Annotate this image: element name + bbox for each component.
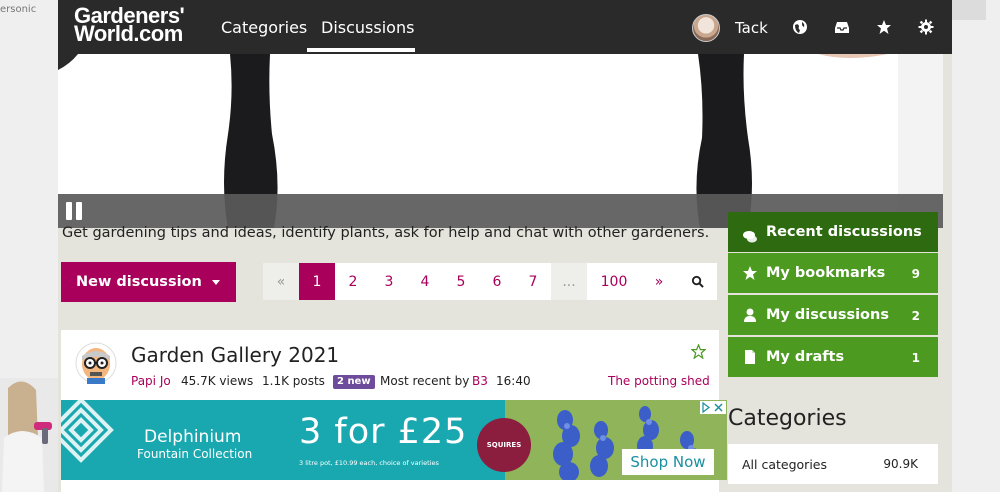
username[interactable]: Tack	[735, 19, 768, 37]
ad-decorative-pattern	[61, 400, 114, 463]
left-side-ad[interactable]	[0, 378, 58, 492]
sidebar-item-my-drafts[interactable]: My drafts 1	[728, 337, 938, 377]
sidebar-item-my-discussions[interactable]: My discussions 2	[728, 295, 938, 335]
sidebar-label: Recent discussions	[766, 224, 922, 240]
sidebar-item-recent-discussions[interactable]: Recent discussions	[728, 212, 938, 252]
pagination-search[interactable]	[677, 263, 717, 300]
gear-icon[interactable]	[918, 19, 934, 35]
author-avatar[interactable]	[75, 342, 117, 384]
bookmark-star-icon[interactable]	[691, 344, 706, 359]
categories-heading: Categories	[728, 406, 847, 431]
search-icon	[691, 275, 704, 288]
star-icon[interactable]	[876, 19, 892, 35]
sidebar-count: 2	[911, 309, 920, 323]
pagination-ellipsis: ...	[551, 263, 587, 300]
globe-icon[interactable]	[792, 19, 808, 35]
site-logo[interactable]: Gardeners' World.com	[74, 5, 185, 46]
sidebar-label: My bookmarks	[766, 265, 886, 281]
pause-icon[interactable]	[66, 202, 84, 220]
page-tagline: Get gardening tips and ideas, identify p…	[62, 225, 710, 241]
user-icon	[744, 308, 756, 322]
category-row-all[interactable]: All categories 90.9K	[728, 444, 938, 484]
star-icon	[743, 266, 757, 280]
squires-ad-banner[interactable]: Delphinium Fountain Collection 3 for £25…	[61, 400, 727, 480]
category-count: 90.9K	[883, 457, 918, 471]
sidebar-item-my-bookmarks[interactable]: My bookmarks 9	[728, 253, 938, 293]
discussion-views: 45.7K views	[181, 374, 254, 388]
chevron-down-icon[interactable]	[212, 280, 220, 285]
ad-small-print: 3 litre pot, £10.99 each, choice of vari…	[299, 459, 439, 467]
new-discussion-label: New discussion	[76, 274, 202, 290]
most-recent-label: Most recent by	[380, 374, 470, 388]
pagination-page-7[interactable]: 7	[515, 263, 551, 300]
sidebar-count: 9	[911, 267, 920, 281]
ad-collection: Fountain Collection	[137, 447, 253, 461]
left-gutter-text: ersonic	[0, 4, 37, 15]
pagination-page-3[interactable]: 3	[371, 263, 407, 300]
document-icon	[745, 350, 755, 364]
ad-shop-now-button[interactable]: Shop Now	[622, 449, 714, 475]
discussion-row[interactable]: Garden Gallery 2021 Papi Jo 45.7K views …	[61, 330, 719, 400]
next-discussion-row[interactable]	[61, 480, 719, 492]
pagination-page-6[interactable]: 6	[479, 263, 515, 300]
right-gutter	[952, 0, 1000, 492]
adchoices-icon[interactable]	[700, 401, 726, 414]
site-header: Gardeners' World.com Categories Discussi…	[58, 0, 952, 54]
pagination-last-page[interactable]: 100	[587, 263, 641, 300]
ad-plant-name: Delphinium	[144, 427, 242, 447]
pagination-next[interactable]: »	[641, 263, 677, 300]
most-recent-time: 16:40	[496, 374, 531, 388]
sidebar-count: 1	[911, 351, 920, 365]
pagination-page-5[interactable]: 5	[443, 263, 479, 300]
discussion-title[interactable]: Garden Gallery 2021	[131, 343, 339, 367]
inbox-icon[interactable]	[834, 19, 850, 35]
discussion-posts: 1.1K posts	[262, 374, 325, 388]
nav-active-indicator	[307, 48, 415, 52]
ad-brand-logo: SQUIRES	[477, 418, 531, 472]
right-gutter-bar	[952, 0, 986, 20]
new-posts-badge[interactable]: 2 new	[333, 375, 375, 389]
pagination: « 1 2 3 4 5 6 7 ... 100 »	[263, 263, 717, 300]
video-ad[interactable]	[58, 54, 943, 228]
hair-dryer-ad-image	[2, 381, 52, 492]
discussion-category[interactable]: The potting shed	[608, 374, 710, 388]
ad-offer: 3 for £25	[299, 412, 468, 452]
most-recent-user[interactable]: B3	[472, 374, 488, 388]
pagination-page-2[interactable]: 2	[335, 263, 371, 300]
user-avatar[interactable]	[692, 14, 720, 42]
logo-line-2: World.com	[74, 21, 183, 46]
nav-discussions[interactable]: Discussions	[321, 18, 414, 37]
discussion-author[interactable]: Papi Jo	[131, 374, 171, 388]
category-label: All categories	[742, 457, 827, 472]
pagination-page-1[interactable]: 1	[299, 263, 335, 300]
sidebar-label: My drafts	[766, 349, 845, 365]
chat-icon	[743, 231, 757, 243]
new-discussion-button[interactable]: New discussion	[61, 262, 236, 302]
pagination-page-4[interactable]: 4	[407, 263, 443, 300]
sidebar-label: My discussions	[766, 307, 889, 323]
pagination-prev[interactable]: «	[263, 263, 299, 300]
nav-categories[interactable]: Categories	[221, 18, 307, 37]
